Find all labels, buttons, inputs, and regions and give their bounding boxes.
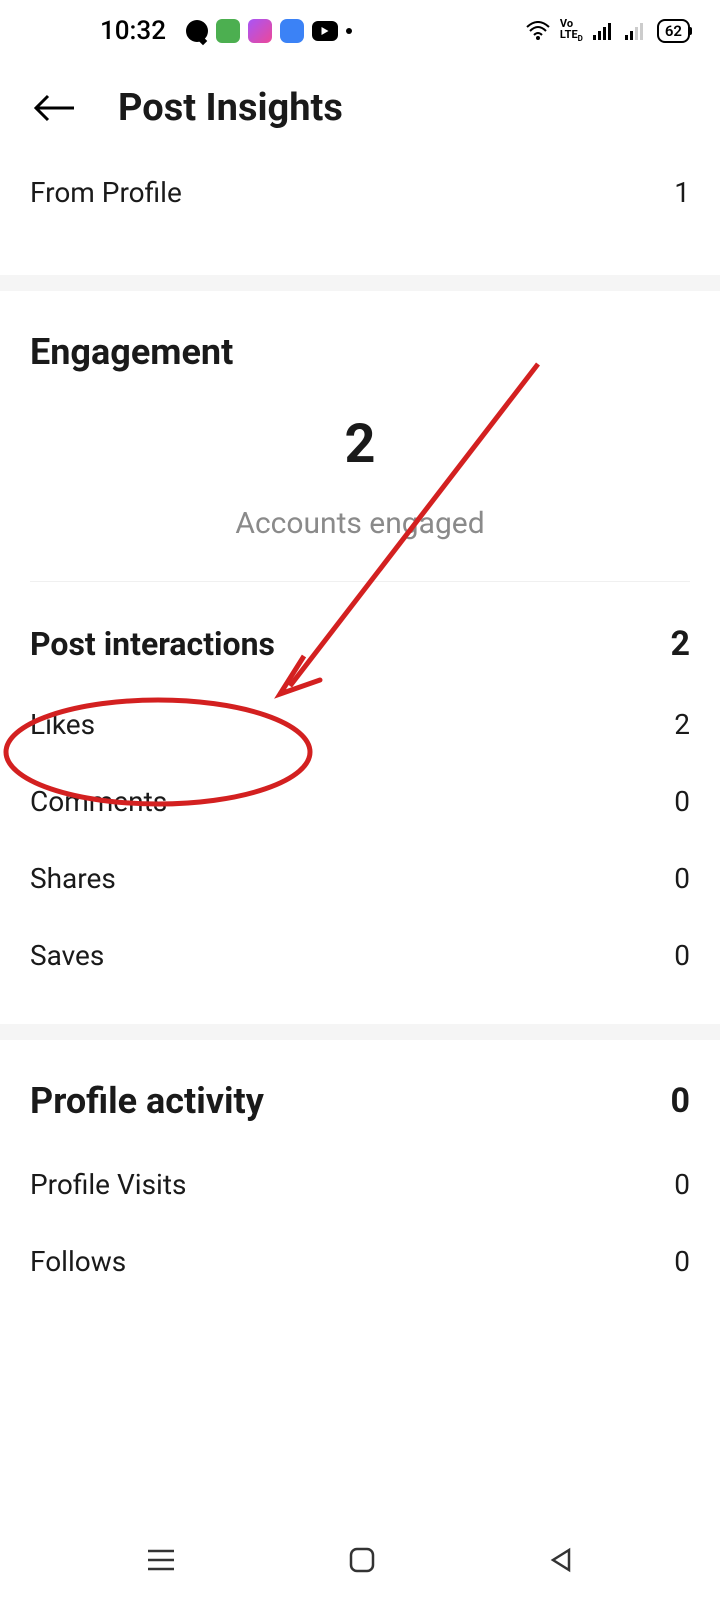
- wifi-icon: [526, 21, 550, 41]
- back-nav-icon[interactable]: [548, 1547, 574, 1573]
- post-interactions-value: 2: [670, 624, 690, 664]
- likes-row: Likes 2: [30, 686, 690, 763]
- battery-indicator: 62: [657, 19, 690, 43]
- youtube-icon: [312, 21, 338, 41]
- recent-apps-icon[interactable]: [146, 1548, 176, 1572]
- engagement-title: Engagement: [30, 331, 690, 373]
- section-divider: [0, 1024, 720, 1040]
- saves-value: 0: [674, 939, 690, 972]
- status-right: VoLTED 62: [526, 18, 690, 43]
- profile-activity-title: Profile activity: [30, 1080, 264, 1122]
- post-interactions-row[interactable]: Post interactions 2: [30, 602, 690, 686]
- accounts-engaged-value: 2: [30, 413, 690, 476]
- messenger-icon: [186, 20, 208, 42]
- signal-2-icon: [625, 22, 647, 40]
- engagement-section: Engagement 2 Accounts engaged Post inter…: [0, 291, 720, 1024]
- comments-value: 0: [674, 785, 690, 818]
- from-profile-section: From Profile 1: [0, 148, 720, 275]
- lte-icon: VoLTED: [560, 18, 583, 43]
- shares-value: 0: [674, 862, 690, 895]
- post-interactions-label: Post interactions: [30, 625, 275, 663]
- follows-value: 0: [674, 1245, 690, 1278]
- shares-row: Shares 0: [30, 840, 690, 917]
- status-bar: 10:32 VoLTED 62: [0, 0, 720, 58]
- profile-visits-value: 0: [674, 1168, 690, 1201]
- thin-divider: [30, 581, 690, 582]
- page-title: Post Insights: [118, 86, 343, 130]
- from-profile-row: From Profile 1: [30, 160, 690, 225]
- status-left: 10:32: [30, 16, 352, 46]
- follows-label: Follows: [30, 1245, 126, 1278]
- accounts-engaged-label: Accounts engaged: [30, 506, 690, 541]
- comments-row: Comments 0: [30, 763, 690, 840]
- profile-visits-label: Profile Visits: [30, 1168, 186, 1201]
- shares-label: Shares: [30, 862, 116, 895]
- profile-activity-header: Profile activity 0: [30, 1080, 690, 1122]
- profile-activity-section: Profile activity 0 Profile Visits 0 Foll…: [0, 1040, 720, 1330]
- green-app-icon: [216, 19, 240, 43]
- signal-1-icon: [593, 22, 615, 40]
- profile-visits-row: Profile Visits 0: [30, 1146, 690, 1223]
- status-time: 10:32: [100, 16, 166, 46]
- page-header: Post Insights: [0, 58, 720, 148]
- follows-row: Follows 0: [30, 1223, 690, 1300]
- saves-label: Saves: [30, 939, 104, 972]
- blue-app-icon: [280, 19, 304, 43]
- purple-app-icon: [248, 19, 272, 43]
- saves-row: Saves 0: [30, 917, 690, 994]
- status-app-icons: [186, 19, 352, 43]
- home-icon[interactable]: [349, 1547, 375, 1573]
- from-profile-value: 1: [674, 176, 690, 209]
- dot-indicator-icon: [346, 28, 352, 34]
- section-divider: [0, 275, 720, 291]
- comments-label: Comments: [30, 785, 167, 818]
- system-nav-bar: [0, 1520, 720, 1600]
- likes-label: Likes: [30, 708, 95, 741]
- profile-activity-value: 0: [670, 1081, 690, 1121]
- back-arrow-icon[interactable]: [30, 92, 78, 124]
- likes-value: 2: [674, 708, 690, 741]
- from-profile-label: From Profile: [30, 176, 182, 209]
